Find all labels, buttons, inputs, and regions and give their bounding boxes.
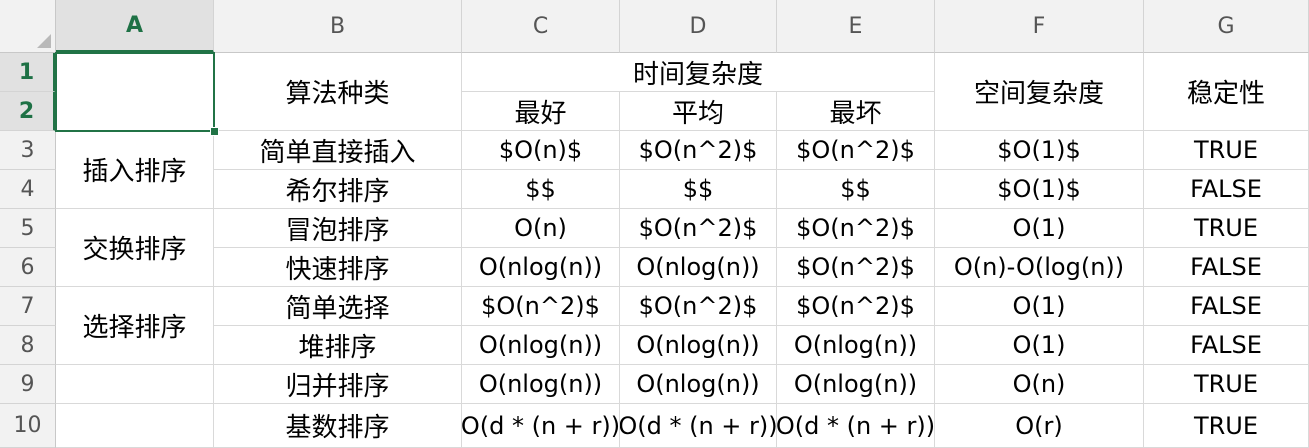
cell-stability[interactable]: FALSE xyxy=(1144,248,1309,287)
cell-space-complexity[interactable]: O(1) xyxy=(935,326,1144,365)
column-header-f[interactable]: F xyxy=(935,0,1144,53)
select-all-triangle-icon xyxy=(37,34,51,48)
cell-best-complexity[interactable]: O(n) xyxy=(462,209,620,248)
cell-stability[interactable]: FALSE xyxy=(1144,326,1309,365)
cell-average-complexity[interactable]: O(nlog(n)) xyxy=(620,365,777,404)
cell-space-complexity[interactable]: O(n) xyxy=(935,365,1144,404)
cell-algorithm-type-header[interactable]: 算法种类 xyxy=(214,53,462,131)
cell-stability-header[interactable]: 稳定性 xyxy=(1144,53,1309,131)
cell-average-complexity[interactable]: $O(n^2)$ xyxy=(620,131,777,170)
cell-space-complexity[interactable]: $O(1)$ xyxy=(935,131,1144,170)
column-header-c[interactable]: C xyxy=(462,0,620,53)
cell-average-complexity[interactable]: O(nlog(n)) xyxy=(620,248,777,287)
cell-algorithm-name[interactable]: 希尔排序 xyxy=(214,170,462,209)
row-header-10[interactable]: 10 xyxy=(0,404,56,448)
cell-algorithm-name[interactable]: 简单选择 xyxy=(214,287,462,326)
row-header-1[interactable]: 1 xyxy=(0,53,56,92)
cell-algorithm-name[interactable]: 简单直接插入 xyxy=(214,131,462,170)
cell-average-complexity[interactable]: O(nlog(n)) xyxy=(620,326,777,365)
cell-average-complexity[interactable]: $$ xyxy=(620,170,777,209)
cell-best-complexity[interactable]: O(nlog(n)) xyxy=(462,248,620,287)
cell-best-complexity[interactable]: $$ xyxy=(462,170,620,209)
cell-algorithm-name[interactable]: 快速排序 xyxy=(214,248,462,287)
cell-stability[interactable]: TRUE xyxy=(1144,404,1309,448)
cell-stability[interactable]: FALSE xyxy=(1144,287,1309,326)
column-header-e[interactable]: E xyxy=(777,0,935,53)
select-all-corner[interactable] xyxy=(0,0,56,53)
column-header-g[interactable]: G xyxy=(1144,0,1309,53)
cell-stability[interactable]: FALSE xyxy=(1144,170,1309,209)
cell-worst-complexity[interactable]: O(nlog(n)) xyxy=(777,365,935,404)
cell-worst-complexity[interactable]: $O(n^2)$ xyxy=(777,131,935,170)
cell-stability[interactable]: TRUE xyxy=(1144,209,1309,248)
cell-group-selection[interactable]: 选择排序 xyxy=(56,287,214,365)
spreadsheet-grid: A B C D E F G 1 2 3 4 5 6 7 8 9 10 算法种类 … xyxy=(0,0,1309,448)
cell-worst-complexity[interactable]: O(nlog(n)) xyxy=(777,326,935,365)
cell-average-complexity[interactable]: O(d * (n + r)) xyxy=(620,404,777,448)
row-header-4[interactable]: 4 xyxy=(0,170,56,209)
row-header-2[interactable]: 2 xyxy=(0,92,56,131)
cell-time-complexity-header[interactable]: 时间复杂度 xyxy=(462,53,935,92)
cell-average-complexity[interactable]: $O(n^2)$ xyxy=(620,209,777,248)
cell-worst-complexity[interactable]: $$ xyxy=(777,170,935,209)
column-header-a[interactable]: A xyxy=(56,0,214,53)
row-header-6[interactable]: 6 xyxy=(0,248,56,287)
cell-algorithm-name[interactable]: 堆排序 xyxy=(214,326,462,365)
cell-worst-complexity[interactable]: $O(n^2)$ xyxy=(777,248,935,287)
column-header-d[interactable]: D xyxy=(620,0,777,53)
cell-worst-complexity[interactable]: $O(n^2)$ xyxy=(777,209,935,248)
selection-border xyxy=(55,52,215,132)
cell-best-complexity[interactable]: O(nlog(n)) xyxy=(462,326,620,365)
row-header-7[interactable]: 7 xyxy=(0,287,56,326)
cell-group-insertion[interactable]: 插入排序 xyxy=(56,131,214,209)
cell-space-complexity[interactable]: O(1) xyxy=(935,209,1144,248)
cell-best-complexity[interactable]: $O(n^2)$ xyxy=(462,287,620,326)
cell-worst-complexity[interactable]: $O(n^2)$ xyxy=(777,287,935,326)
row-header-5[interactable]: 5 xyxy=(0,209,56,248)
cell-algorithm-name[interactable]: 冒泡排序 xyxy=(214,209,462,248)
row-header-8[interactable]: 8 xyxy=(0,326,56,365)
cell-stability[interactable]: TRUE xyxy=(1144,365,1309,404)
fill-handle[interactable] xyxy=(210,127,219,136)
cell-stability[interactable]: TRUE xyxy=(1144,131,1309,170)
cell-worst-complexity[interactable]: O(d * (n + r)) xyxy=(777,404,935,448)
cell-worst-header[interactable]: 最坏 xyxy=(777,92,935,131)
cell-a10[interactable] xyxy=(56,404,214,448)
cell-space-complexity[interactable]: O(r) xyxy=(935,404,1144,448)
cell-a9[interactable] xyxy=(56,365,214,404)
cell-space-complexity[interactable]: $O(1)$ xyxy=(935,170,1144,209)
cell-space-complexity-header[interactable]: 空间复杂度 xyxy=(935,53,1144,131)
cell-algorithm-name[interactable]: 归并排序 xyxy=(214,365,462,404)
cell-best-complexity[interactable]: O(nlog(n)) xyxy=(462,365,620,404)
cell-average-complexity[interactable]: $O(n^2)$ xyxy=(620,287,777,326)
cell-algorithm-name[interactable]: 基数排序 xyxy=(214,404,462,448)
row-header-9[interactable]: 9 xyxy=(0,365,56,404)
cell-best-complexity[interactable]: O(d * (n + r)) xyxy=(462,404,620,448)
column-header-b[interactable]: B xyxy=(214,0,462,53)
cell-average-header[interactable]: 平均 xyxy=(620,92,777,131)
cell-best-complexity[interactable]: $O(n)$ xyxy=(462,131,620,170)
cell-group-exchange[interactable]: 交换排序 xyxy=(56,209,214,287)
row-header-3[interactable]: 3 xyxy=(0,131,56,170)
cell-space-complexity[interactable]: O(1) xyxy=(935,287,1144,326)
cell-best-header[interactable]: 最好 xyxy=(462,92,620,131)
cell-space-complexity[interactable]: O(n)-O(log(n)) xyxy=(935,248,1144,287)
